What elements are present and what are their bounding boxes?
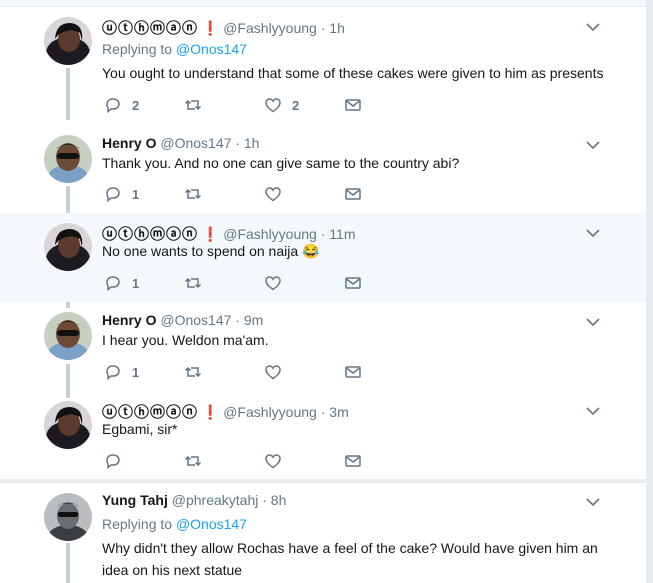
user-handle[interactable]: @Fashlyyoung <box>223 20 317 36</box>
reply-count: 1 <box>132 364 140 380</box>
heart-icon <box>265 187 281 202</box>
tweet-text: Why didn't they allow Rochas have a feel… <box>102 540 598 578</box>
replying-label: Replying to <box>102 516 173 532</box>
mail-icon <box>345 188 361 200</box>
chevron-down-icon[interactable] <box>586 140 600 150</box>
reply-count: 1 <box>132 275 140 291</box>
conversation-thread: ⓤⓣⓗⓜⓐⓝ ❗ @Fashlyyoung · 1h Replying to @… <box>0 0 647 583</box>
display-name[interactable]: Yung Tahj <box>102 492 168 508</box>
direct-message-button[interactable] <box>344 363 362 381</box>
retweet-icon <box>184 188 202 200</box>
reply-button[interactable]: 1 <box>104 185 139 203</box>
like-button[interactable] <box>264 185 292 203</box>
like-button[interactable] <box>264 452 292 470</box>
direct-message-button[interactable] <box>344 452 362 470</box>
reply-button[interactable]: 1 <box>104 274 139 292</box>
tweet-text: You ought to understand that some of the… <box>102 65 604 81</box>
direct-message-button[interactable] <box>344 96 362 114</box>
heart-icon <box>265 365 281 380</box>
display-name[interactable]: Henry O <box>102 135 156 151</box>
tweet-text: Egbami, sir* <box>102 421 178 437</box>
timestamp[interactable]: 1h <box>329 20 345 36</box>
user-handle[interactable]: @Onos147 <box>160 135 231 151</box>
heart-icon <box>265 454 281 469</box>
tweet[interactable]: ⓤⓣⓗⓜⓐⓝ ❗ @Fashlyyoung · 11m No one wants… <box>0 213 646 302</box>
reply-icon <box>106 365 120 381</box>
reply-icon <box>106 187 120 203</box>
separator-dot: · <box>235 312 240 328</box>
tweet[interactable]: Henry O @Onos147 · 9m I hear you. Weldon… <box>0 302 646 391</box>
tweet[interactable]: ⓤⓣⓗⓜⓐⓝ ❗ @Fashlyyoung · 3m Egbami, sir* <box>0 391 646 480</box>
like-button[interactable] <box>264 363 292 381</box>
chevron-down-icon[interactable] <box>586 497 600 507</box>
avatar[interactable] <box>44 17 92 65</box>
tweet-text: I hear you. Weldon ma'am. <box>102 332 269 348</box>
mail-icon <box>345 277 361 289</box>
avatar[interactable] <box>44 312 92 360</box>
mail-icon <box>345 366 361 378</box>
separator-dot: · <box>235 135 240 151</box>
tweet[interactable]: Henry O @Onos147 · 1h Thank you. And no … <box>0 125 646 213</box>
like-count: 2 <box>292 97 300 113</box>
retweet-icon <box>184 366 202 378</box>
avatar[interactable] <box>44 493 92 541</box>
retweet-icon <box>184 99 202 111</box>
display-name[interactable]: ⓤⓣⓗⓜⓐⓝ <box>102 20 198 37</box>
retweet-button[interactable] <box>184 452 212 470</box>
mention-link[interactable]: @Onos147 <box>176 516 247 532</box>
direct-message-button[interactable] <box>344 185 362 203</box>
mail-icon <box>345 455 361 467</box>
reply-icon <box>106 98 120 114</box>
timestamp[interactable]: 8h <box>271 492 287 508</box>
heart-icon <box>265 98 281 113</box>
reply-button[interactable]: 1 <box>104 363 139 381</box>
replying-label: Replying to <box>102 41 173 57</box>
reply-button[interactable] <box>104 452 132 470</box>
user-handle[interactable]: @Onos147 <box>160 312 231 328</box>
top-border <box>0 0 646 7</box>
mail-icon <box>345 99 361 111</box>
chevron-down-icon[interactable] <box>586 22 600 32</box>
tweet[interactable]: ⓤⓣⓗⓜⓐⓝ ❗ @Fashlyyoung · 1h Replying to @… <box>0 7 646 125</box>
retweet-icon <box>184 455 202 467</box>
reply-icon <box>106 276 120 292</box>
retweet-button[interactable] <box>184 363 212 381</box>
retweet-icon <box>184 277 202 289</box>
like-button[interactable]: 2 <box>264 96 299 114</box>
tweet[interactable]: Yung Tahj @phreakytahj · 8h Replying to … <box>0 483 646 583</box>
like-button[interactable] <box>264 274 292 292</box>
heart-icon <box>265 276 281 291</box>
user-handle[interactable]: @phreakytahj <box>172 492 259 508</box>
retweet-button[interactable] <box>184 96 212 114</box>
tweet-text: Thank you. And no one can give same to t… <box>102 155 460 171</box>
reply-icon <box>106 454 120 470</box>
tweet-text: No one wants to spend on naija 😂 <box>102 243 320 259</box>
separator-dot: · <box>320 20 326 36</box>
retweet-button[interactable] <box>184 274 212 292</box>
reply-count: 1 <box>132 186 140 202</box>
retweet-button[interactable] <box>184 185 212 203</box>
chevron-down-icon[interactable] <box>586 317 600 327</box>
mention-link[interactable]: @Onos147 <box>176 41 247 57</box>
badge-emoji: ❗ <box>201 20 220 36</box>
chevron-down-icon[interactable] <box>586 228 600 238</box>
separator-dot: · <box>262 492 267 508</box>
avatar[interactable] <box>44 135 92 183</box>
timestamp[interactable]: 1h <box>244 135 260 151</box>
reply-button[interactable]: 2 <box>104 96 139 114</box>
direct-message-button[interactable] <box>344 274 362 292</box>
timestamp[interactable]: 9m <box>244 312 263 328</box>
chevron-down-icon[interactable] <box>586 406 600 416</box>
avatar[interactable] <box>44 223 92 271</box>
display-name[interactable]: Henry O <box>102 312 156 328</box>
avatar[interactable] <box>44 401 92 449</box>
reply-count: 2 <box>132 97 140 113</box>
